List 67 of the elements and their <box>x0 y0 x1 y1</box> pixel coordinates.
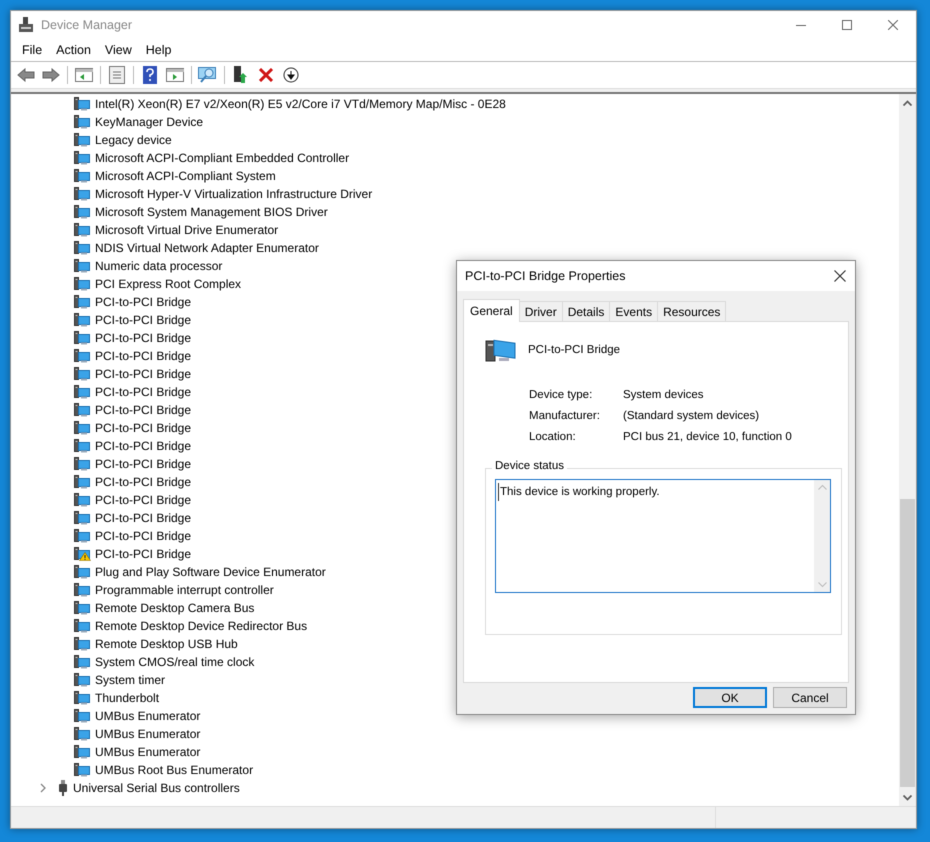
group-title: Device status <box>492 460 568 472</box>
tree-item[interactable]: Remote Desktop Camera Bus <box>11 599 254 617</box>
tree-item[interactable]: PCI-to-PCI Bridge <box>11 437 192 455</box>
tree-item[interactable]: PCI-to-PCI Bridge <box>11 347 192 365</box>
tree-item[interactable]: Legacy device <box>11 131 172 149</box>
tree-item[interactable]: Microsoft Hyper-V Virtualization Infrastructure Driver <box>11 185 372 203</box>
tree-item[interactable]: UMBus Enumerator <box>11 743 200 761</box>
tree-item[interactable]: Intel(R) Xeon(R) E7 v2/Xeon(R) E5 v2/Core i7 VTd/Memory Map/Misc - 0E28 <box>11 95 506 113</box>
property-value: PCI bus 21, device 10, function 0 <box>623 431 793 443</box>
close-icon <box>888 20 898 30</box>
tree-item[interactable]: Microsoft ACPI-Compliant System <box>11 167 276 185</box>
tree-item[interactable]: PCI-to-PCI Bridge <box>11 365 192 383</box>
tree-item[interactable]: PCI-to-PCI Bridge <box>11 329 192 347</box>
property-label: Manufacturer: <box>529 410 601 422</box>
menu-item[interactable]: File <box>15 43 50 57</box>
ok-button[interactable]: OK <box>693 687 767 708</box>
vertical-scrollbar[interactable] <box>899 94 916 806</box>
menu-item[interactable]: Help <box>138 43 178 57</box>
tree-item[interactable]: PCI-to-PCI Bridge <box>11 419 192 437</box>
close-icon <box>834 270 846 282</box>
tree-item[interactable]: KeyManager Device <box>11 113 204 131</box>
scroll-down-icon[interactable] <box>903 794 912 800</box>
tree-item[interactable]: Plug and Play Software Device Enumerator <box>11 563 326 581</box>
tree-item[interactable]: UMBus Enumerator <box>11 725 200 743</box>
app-icon <box>19 17 33 33</box>
tree-item[interactable]: PCI-to-PCI Bridge <box>11 311 192 329</box>
tree-item[interactable]: PCI-to-PCI Bridge <box>11 473 192 491</box>
tree-item[interactable]: PCI-to-PCI Bridge <box>11 527 192 545</box>
tab[interactable]: General <box>463 299 520 322</box>
tree-item[interactable]: UMBus Enumerator <box>11 707 200 725</box>
property-label: Device type: <box>529 389 594 401</box>
tree-item[interactable]: Universal Serial Bus controllers <box>11 779 240 797</box>
tree-item[interactable]: PCI-to-PCI Bridge <box>11 293 192 311</box>
tree-item[interactable]: Numeric data processor <box>11 257 222 275</box>
tree-item[interactable]: PCI-to-PCI Bridge <box>11 401 192 419</box>
tree-item[interactable]: PCI-to-PCI Bridge <box>11 383 192 401</box>
cancel-button[interactable]: Cancel <box>773 687 847 708</box>
maximize-icon <box>842 20 852 30</box>
tree-item[interactable]: Thunderbolt <box>11 689 160 707</box>
properties-button[interactable] <box>106 64 128 86</box>
tree-item[interactable]: Microsoft ACPI-Compliant Embedded Controller <box>11 149 350 167</box>
tree-item[interactable]: Remote Desktop Device Redirector Bus <box>11 617 308 635</box>
property-value: System devices <box>623 389 705 401</box>
tab[interactable]: Resources <box>657 301 726 321</box>
device-name: PCI-to-PCI Bridge <box>528 344 620 356</box>
tree-item[interactable]: Remote Desktop USB Hub <box>11 635 238 653</box>
tree-item[interactable]: NDIS Virtual Network Adapter Enumerator <box>11 239 319 257</box>
tree-item[interactable]: PCI-to-PCI Bridge <box>11 545 192 563</box>
tree-item[interactable]: Programmable interrupt controller <box>11 581 274 599</box>
property-value: (Standard system devices) <box>623 410 760 422</box>
usb-plug-icon <box>59 780 67 796</box>
tree-item[interactable]: PCI-to-PCI Bridge <box>11 509 192 527</box>
menu-item[interactable]: Action <box>49 43 98 57</box>
tree-item[interactable]: Microsoft Virtual Drive Enumerator <box>11 221 278 239</box>
tree-item[interactable]: System timer <box>11 671 166 689</box>
tree-item[interactable]: Microsoft System Management BIOS Driver <box>11 203 328 221</box>
tree-item[interactable]: UMBus Root Bus Enumerator <box>11 761 254 779</box>
scroll-up-icon[interactable] <box>903 100 912 106</box>
dialog-title: PCI-to-PCI Bridge Properties <box>465 269 626 283</box>
tree-item[interactable]: System CMOS/real time clock <box>11 653 254 671</box>
tree-item[interactable]: PCI-to-PCI Bridge <box>11 455 192 473</box>
device-icon <box>485 337 517 363</box>
tree-item[interactable]: PCI-to-PCI Bridge <box>11 491 192 509</box>
window-title: Device Manager <box>41 18 134 32</box>
menu-item[interactable]: View <box>98 43 139 57</box>
property-label: Location: <box>529 431 577 443</box>
tree-item[interactable]: PCI Express Root Complex <box>11 275 242 293</box>
